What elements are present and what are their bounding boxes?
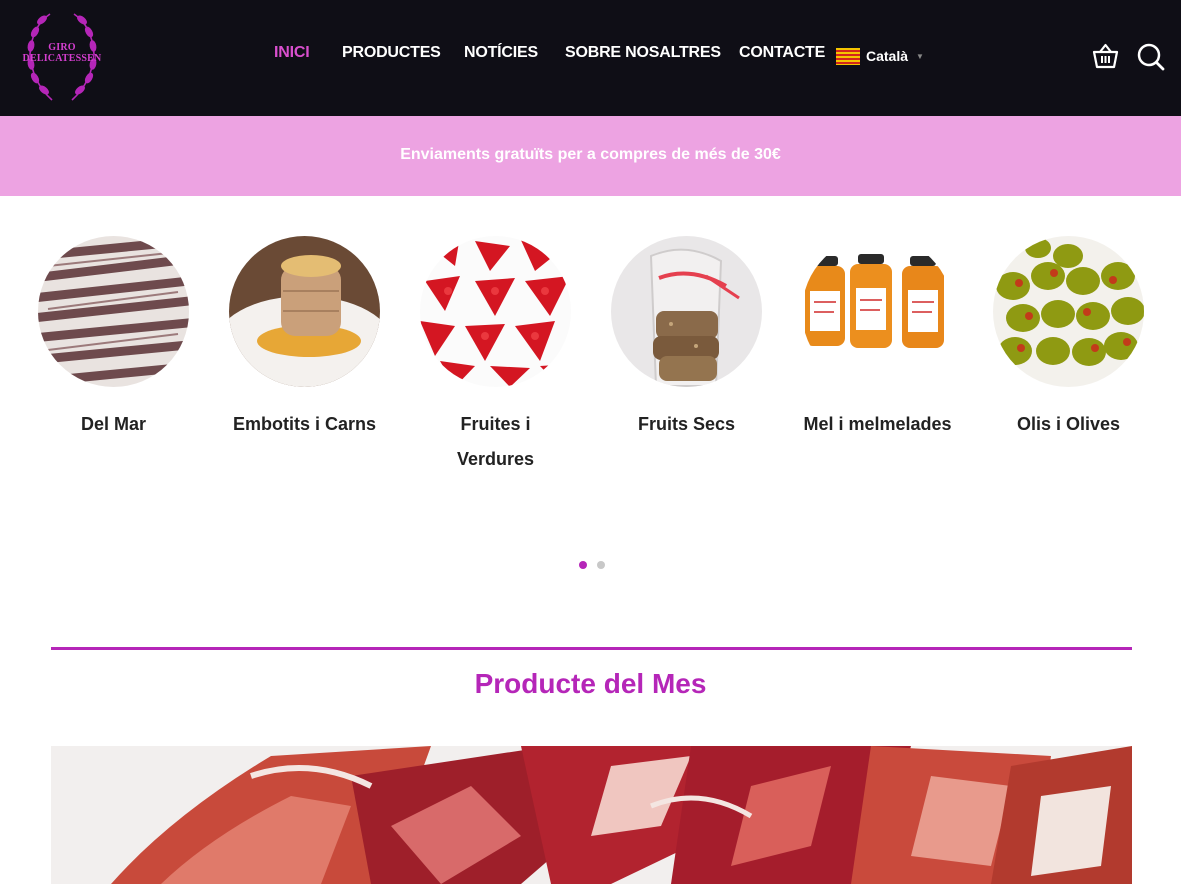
category-label: Fruites i Verdures: [456, 414, 535, 469]
nav-item-contacte[interactable]: CONTACTE: [739, 44, 825, 62]
brand-name: GIRO DELICATESSEN: [20, 42, 104, 64]
category-label: Fruits Secs: [637, 414, 736, 434]
category-label: Del Mar: [80, 414, 147, 434]
carousel-pagination: [579, 561, 605, 569]
nav-item-inici[interactable]: INICI: [274, 44, 310, 62]
promo-banner-text: Enviaments gratuïts per a compres de més…: [400, 146, 781, 163]
catalan-flag-icon: [836, 47, 860, 65]
category-mel-i-melmelades[interactable]: Mel i melmelades: [782, 236, 973, 442]
chevron-down-icon: ▼: [916, 51, 924, 61]
language-label: Català: [866, 48, 909, 64]
category-image-anchovies: [38, 236, 189, 387]
cart-button[interactable]: [1092, 43, 1119, 74]
category-label: Olis i Olives: [1016, 414, 1121, 434]
search-icon: [1137, 43, 1165, 71]
category-label: Embotits i Carns: [232, 414, 377, 434]
nav-item-noticies[interactable]: NOTÍCIES: [464, 44, 538, 62]
search-button[interactable]: [1136, 42, 1166, 77]
category-image-jam-jars: [802, 236, 953, 387]
brand-line-1: GIRO: [48, 42, 76, 53]
section-title: Producte del Mes: [474, 668, 707, 699]
site-header: GIRO DELICATESSEN INICI PRODUCTES NOTÍCI…: [0, 0, 1181, 116]
carousel-dot-2[interactable]: [597, 561, 605, 569]
category-label: Mel i melmelades: [803, 414, 952, 434]
featured-product-image[interactable]: [51, 746, 1132, 884]
category-image-red-peppers: [420, 236, 571, 387]
category-fruits-secs[interactable]: Fruits Secs: [591, 236, 782, 442]
nav-item-productes[interactable]: PRODUCTES: [342, 44, 441, 62]
category-image-green-olives: [993, 236, 1144, 387]
carousel-dot-1[interactable]: [579, 561, 587, 569]
brand-line-2: DELICATESSEN: [22, 53, 102, 64]
nav-item-sobre-nosaltres[interactable]: SOBRE NOSALTRES: [565, 44, 721, 62]
category-image-foie-gras: [229, 236, 380, 387]
category-embotits-i-carns[interactable]: Embotits i Carns: [209, 236, 400, 442]
category-fruites-i-verdures[interactable]: Fruites i Verdures: [400, 236, 591, 477]
category-olis-i-olives[interactable]: Olis i Olives: [973, 236, 1164, 442]
language-selector[interactable]: Català ▼: [836, 46, 924, 66]
brand-logo[interactable]: GIRO DELICATESSEN: [20, 6, 104, 106]
category-del-mar[interactable]: Del Mar: [18, 236, 209, 442]
category-image-biscuits-bag: [611, 236, 762, 387]
basket-icon: [1092, 43, 1119, 69]
section-divider: [51, 647, 1132, 650]
